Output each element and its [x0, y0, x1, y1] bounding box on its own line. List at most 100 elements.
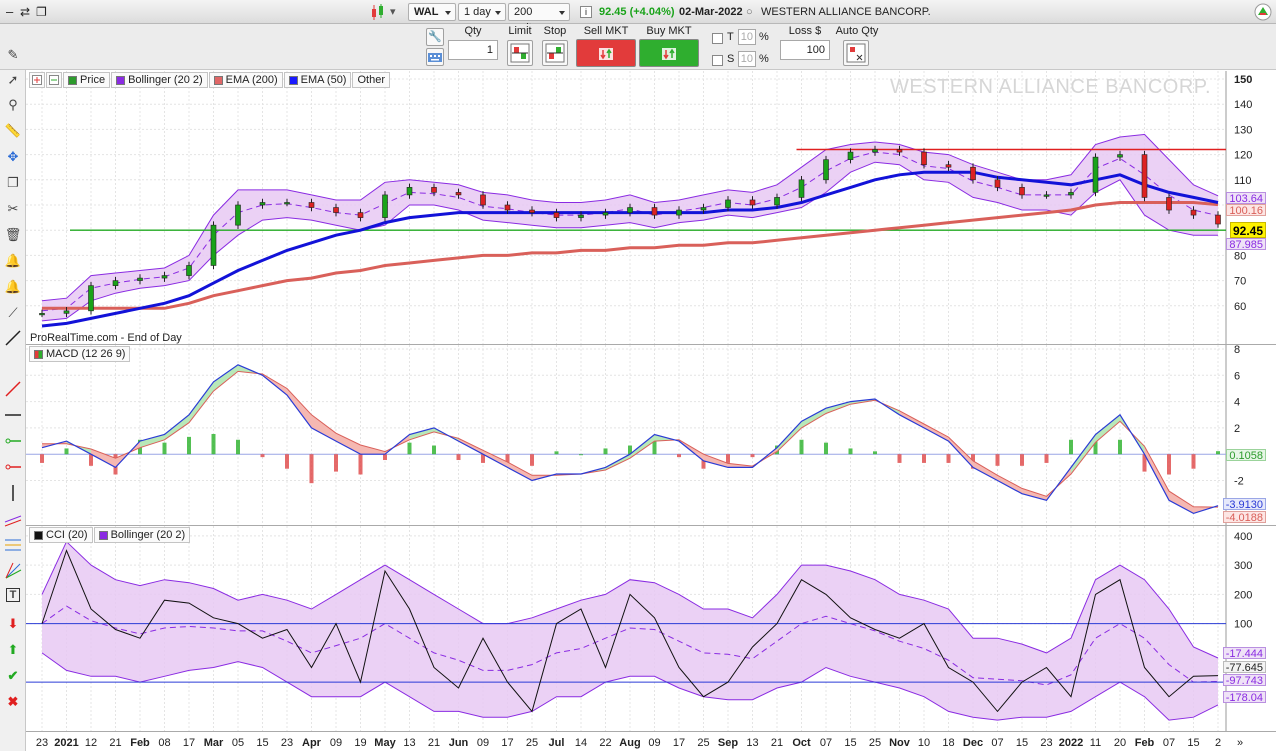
price-candle-body: [455, 192, 462, 196]
sell-market-button[interactable]: [576, 39, 636, 67]
legend-expand-icon[interactable]: [29, 72, 45, 88]
target-input[interactable]: 10: [738, 29, 756, 45]
legend-other[interactable]: Other: [352, 72, 390, 88]
price-candle-body: [1215, 214, 1221, 225]
minimize-icon[interactable]: –: [6, 3, 13, 21]
keyboard-icon[interactable]: [426, 48, 444, 66]
x-tick-label: 23: [281, 737, 293, 749]
instrument-dropdown-arrow-icon[interactable]: ▾: [390, 3, 396, 21]
x-tick-label: 15: [1016, 737, 1028, 749]
cci-bb-lower-tag: -178.04: [1222, 691, 1266, 704]
macd-histogram-bar: [236, 439, 240, 455]
line-node-icon[interactable]: ⟋: [3, 303, 23, 323]
legend-bollinger[interactable]: Bollinger (20 2): [111, 72, 208, 88]
auto-qty-button[interactable]: [843, 40, 869, 66]
macd-histogram-bar: [64, 448, 69, 455]
text-icon[interactable]: T: [6, 588, 20, 602]
arrow-up-icon[interactable]: ⬆: [3, 640, 23, 660]
alert-icon[interactable]: 🔔: [3, 251, 23, 271]
price-candle-body: [1092, 156, 1099, 193]
copy-icon[interactable]: ❐: [3, 173, 23, 193]
macd-histogram-bar: [1020, 454, 1024, 466]
arrow-down-icon[interactable]: ⬇: [3, 614, 23, 634]
x-tick-label: 19: [354, 737, 366, 749]
candlestick-type-icon[interactable]: [370, 3, 386, 21]
legend-price[interactable]: Price: [63, 72, 111, 88]
timeframe-select[interactable]: 1 day: [458, 3, 506, 21]
loss-input[interactable]: 100: [780, 40, 830, 60]
fan-icon[interactable]: [3, 562, 23, 582]
macd-histogram-bar: [579, 454, 583, 456]
units-select[interactable]: 200 units: [508, 3, 570, 34]
macd-histogram-bar: [187, 436, 191, 455]
macd-legend: MACD (12 26 9): [29, 346, 131, 362]
price-candle-body: [210, 224, 217, 266]
move-icon[interactable]: ✥: [3, 147, 23, 167]
x-tick-label: 09: [330, 737, 342, 749]
info-icon[interactable]: i: [580, 6, 592, 18]
x-tick-label: 17: [183, 737, 195, 749]
wrench-icon[interactable]: ✂: [3, 199, 23, 219]
bollinger-swatch: [116, 75, 126, 85]
legend-cci-bollinger[interactable]: Bollinger (20 2): [93, 527, 191, 543]
stop-input[interactable]: 10: [738, 51, 756, 67]
stop-label: Stop: [543, 25, 567, 37]
legend-collapse-icon[interactable]: [46, 72, 62, 88]
stop-order-button[interactable]: [542, 40, 568, 66]
qty-input[interactable]: 1: [448, 40, 498, 60]
price-y-tick: 150: [1234, 74, 1252, 86]
cross-icon[interactable]: ✖: [3, 692, 23, 712]
x-tick-label: 09: [648, 737, 660, 749]
qty-label: Qty: [464, 25, 482, 37]
trendline-black-icon[interactable]: [3, 329, 23, 349]
legend-macd[interactable]: MACD (12 26 9): [29, 346, 131, 362]
sync-arrows-icon[interactable]: ⇄: [20, 3, 30, 21]
trash-icon[interactable]: 🗑: [3, 225, 23, 245]
fib-icon[interactable]: [3, 536, 23, 556]
restore-window-icon[interactable]: ❐: [36, 3, 47, 21]
price-candle-body: [357, 212, 364, 218]
trading-window: – ⇄ ❐ ▾ WAL 1 day 200 units i 92.45 (+4.…: [0, 0, 1276, 751]
price-y-tick: 140: [1234, 99, 1252, 111]
wrench-settings-icon[interactable]: 🔧: [426, 28, 444, 46]
cci-chart[interactable]: 400 300 200 100: [26, 526, 1276, 732]
stop-checkbox[interactable]: [712, 55, 723, 66]
price-y-tick: 130: [1234, 124, 1252, 136]
trend-arrow-icon[interactable]: [1254, 2, 1272, 21]
pencil-icon[interactable]: ✎: [3, 45, 23, 65]
check-icon[interactable]: ✔: [3, 666, 23, 686]
legend-ema50[interactable]: EMA (50): [283, 72, 352, 88]
legend-cci[interactable]: CCI (20): [29, 527, 93, 543]
symbol-select[interactable]: WAL: [408, 3, 456, 21]
price-swatch: [68, 75, 77, 85]
price-candle-body: [602, 212, 609, 216]
x-tick-label: 09: [477, 737, 489, 749]
price-candle-body: [700, 207, 707, 211]
company-name: WESTERN ALLIANCE BANCORP.: [761, 6, 931, 18]
vline-icon[interactable]: [3, 484, 23, 504]
x-tick-label: 22: [599, 737, 611, 749]
zoom-icon[interactable]: ⚲: [3, 95, 23, 115]
ruler-icon[interactable]: 📏: [3, 121, 23, 141]
price-candle-body: [529, 209, 535, 213]
target-checkbox[interactable]: [712, 33, 723, 44]
hline-icon[interactable]: [3, 406, 23, 426]
price-candle-body: [553, 212, 560, 218]
macd-histogram-bar: [407, 442, 412, 455]
macd-chart[interactable]: 8 6 4 2 -2: [26, 345, 1276, 526]
price-candle-body: [504, 204, 511, 211]
x-tick-label: 21: [109, 737, 121, 749]
ema200-tag: 100.16: [1226, 204, 1266, 217]
hray-red-icon[interactable]: [3, 458, 23, 478]
channel-icon[interactable]: [3, 510, 23, 530]
price-chart[interactable]: 15014013012011010090807060: [26, 71, 1276, 345]
macd-signal-tag: -4.0188: [1222, 511, 1266, 524]
pointer-icon[interactable]: ➚: [3, 70, 23, 90]
bell-icon[interactable]: 🔔: [3, 277, 23, 297]
limit-order-button[interactable]: [507, 40, 533, 66]
trendline-red-icon[interactable]: [3, 380, 23, 400]
legend-ema200[interactable]: EMA (200): [208, 72, 283, 88]
hray-green-icon[interactable]: [3, 432, 23, 452]
price-candle-body: [994, 179, 1001, 188]
buy-market-button[interactable]: [639, 39, 699, 67]
